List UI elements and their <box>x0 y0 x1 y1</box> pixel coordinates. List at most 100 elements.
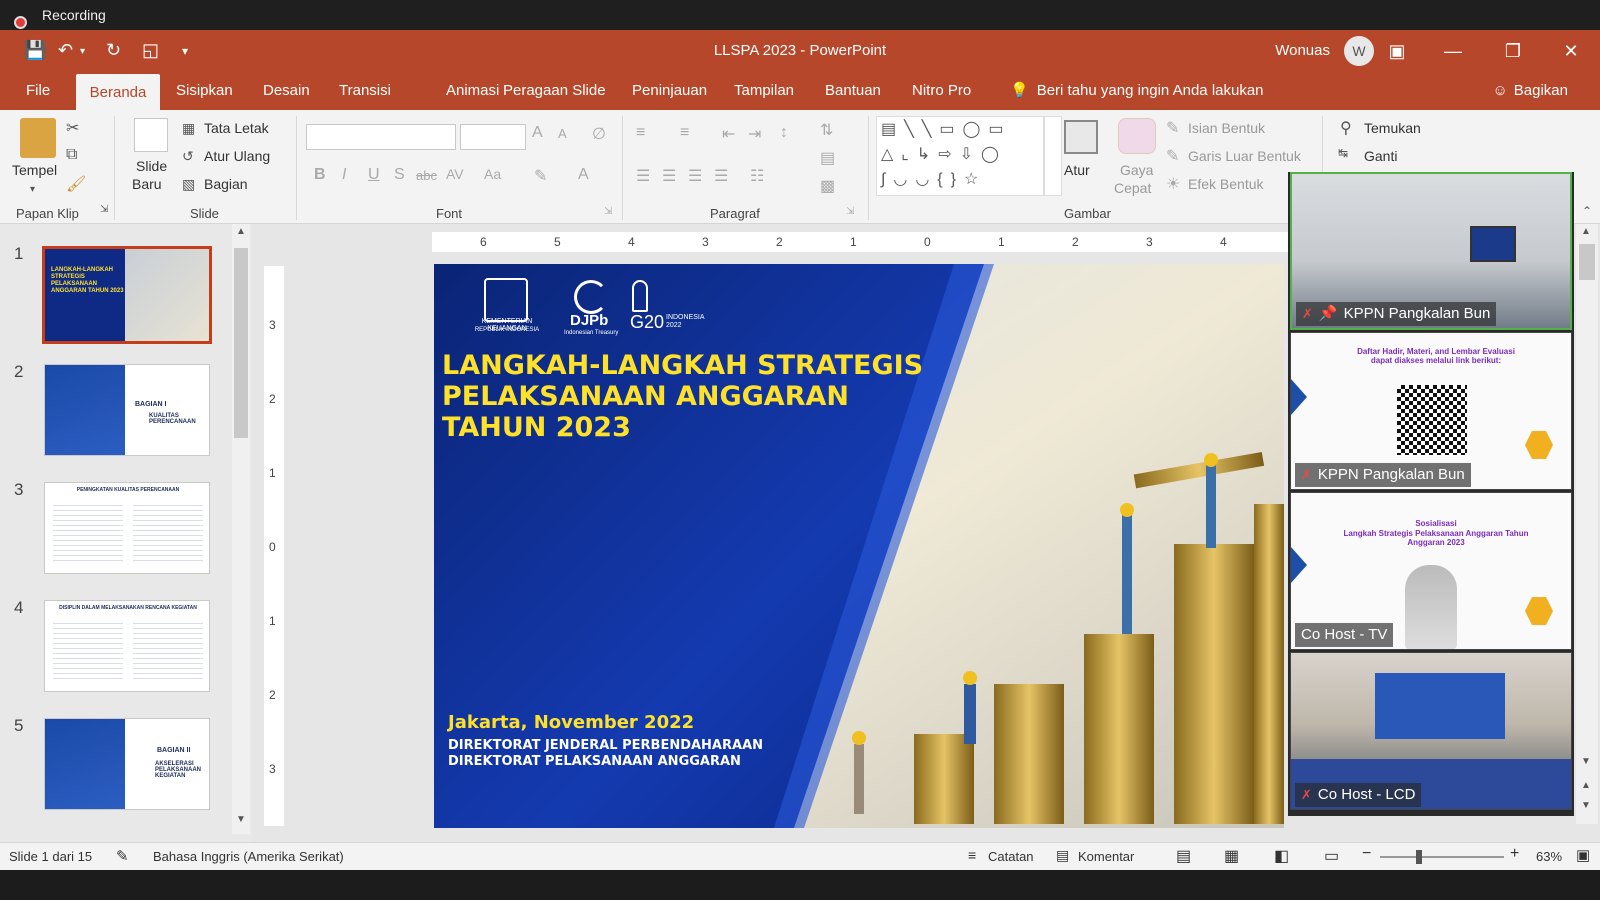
customize-qat-icon[interactable]: ▾ <box>182 44 188 58</box>
slide-title[interactable]: LANGKAH-LANGKAH STRATEGIS PELAKSANAAN AN… <box>442 350 923 443</box>
undo-dropdown-icon[interactable]: ▾ <box>80 46 85 57</box>
tab-transisi[interactable]: Transisi <box>331 72 399 110</box>
shape-effects-button[interactable]: Efek Bentuk <box>1188 176 1264 192</box>
line-spacing-icon[interactable]: ↕ <box>780 124 788 142</box>
present-icon[interactable]: ◱ <box>142 40 159 61</box>
clear-format-icon[interactable]: ∅ <box>592 124 606 144</box>
font-launcher-icon[interactable]: ⇲ <box>604 206 612 217</box>
paragraph-launcher-icon[interactable]: ⇲ <box>846 206 854 217</box>
arrange-button[interactable]: Atur <box>1064 162 1090 178</box>
font-size-dropdown[interactable] <box>460 124 526 150</box>
change-case-button[interactable]: Aa <box>484 166 501 182</box>
slide-canvas[interactable]: KEMENTERIAN KEUANGAN REPUBLIK INDONESIA … <box>434 264 1284 828</box>
redo-icon[interactable]: ↻ <box>106 40 121 61</box>
strikethrough-button[interactable]: abc <box>416 168 437 183</box>
save-icon[interactable]: 💾 <box>24 40 46 61</box>
align-center-icon[interactable]: ☰ <box>662 166 676 186</box>
notes-button[interactable]: Catatan <box>988 849 1034 864</box>
bold-button[interactable]: B <box>314 166 326 184</box>
slide-thumbnail-2[interactable]: BAGIAN I KUALITAS PERENCANAAN <box>44 364 210 456</box>
slide-sorter-icon[interactable]: ▦ <box>1224 846 1239 866</box>
bullets-icon[interactable]: ≡ <box>636 124 645 142</box>
clipboard-launcher-icon[interactable]: ⇲ <box>100 204 108 215</box>
tab-peragaan-slide[interactable]: Peragaan Slide <box>495 72 614 110</box>
video-tile[interactable]: ✗ Co Host - LCD <box>1290 652 1572 810</box>
replace-button[interactable]: Ganti <box>1364 148 1397 164</box>
editor-scrollbar[interactable]: ▲ ▼ ▲ ▼ <box>1576 224 1598 824</box>
section-icon[interactable]: ▧ <box>182 176 195 193</box>
quick-styles-label-2[interactable]: Cepat <box>1114 180 1151 196</box>
replace-icon[interactable]: ↹ <box>1338 146 1348 160</box>
quick-styles-icon[interactable] <box>1118 118 1156 154</box>
reading-view-icon[interactable]: ◧ <box>1274 846 1289 866</box>
zoom-slider[interactable] <box>1380 850 1504 864</box>
slide-thumbnail-1[interactable]: LANGKAH-LANGKAH STRATEGIS PELAKSANAAN AN… <box>42 246 212 344</box>
scroll-thumb[interactable] <box>1579 244 1595 280</box>
restore-icon[interactable]: ❐ <box>1490 36 1536 66</box>
decrease-indent-icon[interactable]: ⇤ <box>722 124 735 144</box>
section-button[interactable]: Bagian <box>204 176 248 192</box>
find-icon[interactable]: ⚲ <box>1340 118 1352 138</box>
normal-view-icon[interactable]: ▤ <box>1176 846 1191 866</box>
video-tile[interactable]: Sosialisasi Langkah Strategis Pelaksanaa… <box>1290 492 1572 650</box>
tab-file[interactable]: File <box>18 72 58 110</box>
tab-bantuan[interactable]: Bantuan <box>817 72 889 110</box>
notes-icon[interactable]: ≡ <box>968 847 976 863</box>
new-slide-icon[interactable] <box>134 118 168 152</box>
find-button[interactable]: Temukan <box>1364 120 1421 136</box>
shape-outline-button[interactable]: Garis Luar Bentuk <box>1188 148 1301 164</box>
share-button[interactable]: ☺ Bagikan <box>1492 72 1568 110</box>
zoom-in-icon[interactable]: + <box>1510 845 1519 863</box>
align-text-icon[interactable]: ▤ <box>820 148 835 168</box>
paste-icon[interactable] <box>20 118 56 158</box>
align-left-icon[interactable]: ☰ <box>636 166 650 186</box>
tab-desain[interactable]: Desain <box>255 72 318 110</box>
font-grow[interactable]: A <box>532 124 543 142</box>
tab-nitro-pro[interactable]: Nitro Pro <box>904 72 979 110</box>
underline-button[interactable]: U <box>368 166 380 184</box>
fit-to-window-icon[interactable]: ▣ <box>1576 846 1590 864</box>
scroll-thumb[interactable] <box>234 248 248 438</box>
comments-icon[interactable]: ▤ <box>1056 847 1069 864</box>
new-slide-label-2[interactable]: Baru <box>132 176 162 192</box>
italic-button[interactable]: I <box>342 166 346 184</box>
align-right-icon[interactable]: ☰ <box>688 166 702 186</box>
layout-button[interactable]: Tata Letak <box>204 120 269 136</box>
slide-thumbnail-3[interactable]: PENINGKATAN KUALITAS PERENCANAAN <box>44 482 210 574</box>
shapes-scroll[interactable] <box>1044 116 1062 196</box>
comments-button[interactable]: Komentar <box>1078 849 1134 864</box>
highlight-icon[interactable]: ✎ <box>534 166 547 186</box>
shape-effects-icon[interactable]: ☀ <box>1166 174 1180 194</box>
quick-styles-label-1[interactable]: Gaya <box>1120 162 1153 178</box>
smartart-icon[interactable]: ▩ <box>820 176 835 196</box>
previous-slide-icon[interactable]: ▲ <box>1581 780 1591 791</box>
paste-label[interactable]: Tempel <box>12 162 57 178</box>
slideshow-icon[interactable]: ▭ <box>1324 846 1339 866</box>
font-name-dropdown[interactable] <box>306 124 456 150</box>
tab-sisipkan[interactable]: Sisipkan <box>168 72 241 110</box>
undo-icon[interactable]: ↶ <box>58 40 73 61</box>
columns-icon[interactable]: ☷ <box>750 166 764 186</box>
reset-icon[interactable]: ↺ <box>182 148 194 165</box>
shape-fill-button[interactable]: Isian Bentuk <box>1188 120 1265 136</box>
increase-indent-icon[interactable]: ⇥ <box>748 124 761 144</box>
slide-thumbnail-4[interactable]: DISIPLIN DALAM MELAKSANAKAN RENCANA KEGI… <box>44 600 210 692</box>
tab-tampilan[interactable]: Tampilan <box>726 72 802 110</box>
ribbon-display-icon[interactable]: ▣ <box>1374 36 1420 66</box>
video-tile[interactable]: ✗ 📌 KPPN Pangkalan Bun <box>1290 172 1572 330</box>
zoom-level[interactable]: 63% <box>1536 849 1562 864</box>
layout-icon[interactable]: ▦ <box>182 120 195 137</box>
tab-beranda[interactable]: Beranda <box>76 74 160 112</box>
scroll-up-icon[interactable]: ▲ <box>1581 226 1591 237</box>
justify-icon[interactable]: ☰ <box>714 166 728 186</box>
next-slide-icon[interactable]: ▼ <box>1581 800 1591 811</box>
thumbnail-scrollbar[interactable]: ▲ ▼ <box>232 224 250 834</box>
arrange-icon[interactable] <box>1064 120 1098 154</box>
minimize-icon[interactable]: — <box>1430 36 1476 66</box>
shape-outline-icon[interactable]: ✎ <box>1166 146 1179 166</box>
slide-date[interactable]: Jakarta, November 2022 <box>448 712 694 733</box>
scroll-down-icon[interactable]: ▼ <box>1581 756 1591 767</box>
shapes-gallery[interactable]: ▤╲╲▭◯▭ △⌞↳⇨⇩◯ ∫◡◡{}☆ <box>876 116 1044 196</box>
reset-button[interactable]: Atur Ulang <box>204 148 270 164</box>
numbering-icon[interactable]: ≡ <box>680 124 689 142</box>
